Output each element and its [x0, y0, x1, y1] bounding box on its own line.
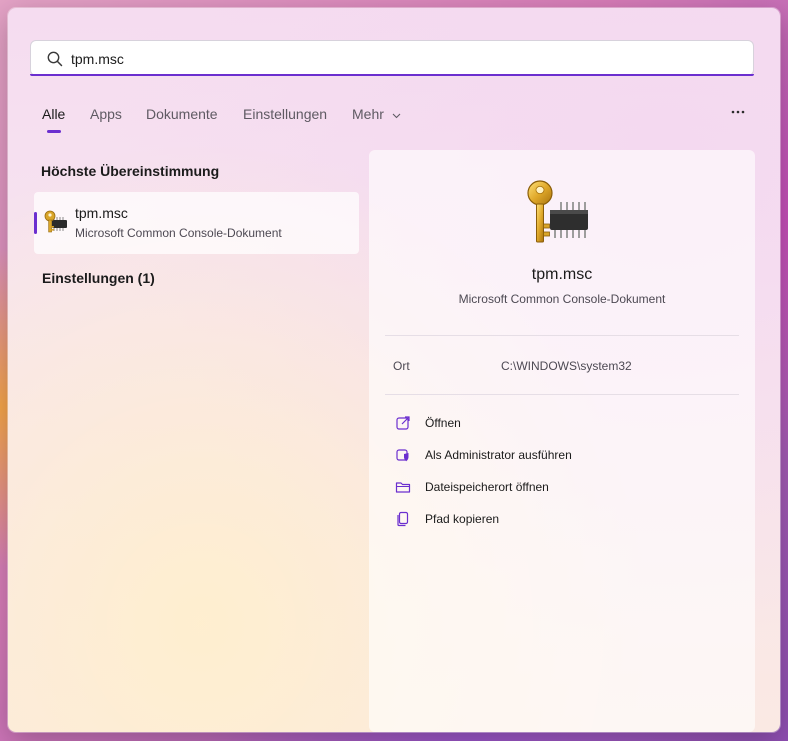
- run-as-admin-action[interactable]: Als Administrator ausführen: [395, 446, 725, 466]
- divider: [385, 394, 739, 395]
- open-file-location-action[interactable]: Dateispeicherort öffnen: [395, 478, 725, 498]
- selection-indicator: [34, 212, 37, 234]
- tab-all[interactable]: Alle: [42, 106, 65, 122]
- tab-more[interactable]: Mehr: [352, 106, 401, 122]
- tab-documents-label: Dokumente: [146, 106, 218, 122]
- open-external-icon: [396, 416, 410, 430]
- open-action[interactable]: Öffnen: [395, 414, 725, 434]
- tab-all-label: Alle: [42, 106, 66, 122]
- search-input[interactable]: [71, 47, 721, 71]
- tab-apps-label: Apps: [90, 106, 122, 122]
- divider: [385, 335, 739, 336]
- copy-path-action[interactable]: Pfad kopieren: [395, 510, 725, 530]
- tab-documents[interactable]: Dokumente: [146, 106, 218, 122]
- folder-icon: [395, 482, 411, 493]
- tab-apps[interactable]: Apps: [90, 106, 122, 122]
- result-subtitle: Microsoft Common Console-Dokument: [75, 226, 282, 240]
- copy-path-label: Pfad kopieren: [425, 512, 500, 526]
- shield-admin-icon: [396, 449, 409, 462]
- tab-settings[interactable]: Einstellungen: [243, 106, 327, 122]
- open-file-location-label: Dateispeicherort öffnen: [425, 480, 549, 494]
- tab-more-label: Mehr: [352, 106, 384, 122]
- chevron-down-icon: [392, 113, 401, 119]
- result-title: tpm.msc: [75, 205, 128, 221]
- best-match-heading: Höchste Übereinstimmung: [41, 163, 220, 179]
- search-box[interactable]: [30, 40, 754, 76]
- location-label: Ort: [393, 359, 410, 373]
- tab-settings-label: Einstellungen: [243, 106, 328, 122]
- tpm-key-chip-icon: [44, 210, 67, 233]
- settings-section-heading[interactable]: Einstellungen (1): [42, 270, 155, 286]
- detail-subtitle: Microsoft Common Console-Dokument: [458, 292, 666, 306]
- detail-title: tpm.msc: [531, 266, 593, 283]
- more-options-icon[interactable]: [730, 104, 746, 120]
- search-icon: [47, 51, 63, 67]
- run-as-admin-label: Als Administrator ausführen: [425, 448, 572, 462]
- location-value: C:\WINDOWS\system32: [501, 359, 632, 373]
- start-search-panel: Alle Apps Dokumente Einstellungen Mehr H…: [8, 8, 780, 732]
- detail-pane: tpm.msc Microsoft Common Console-Dokumen…: [369, 150, 755, 732]
- best-match-result[interactable]: tpm.msc Microsoft Common Console-Dokumen…: [34, 192, 359, 254]
- tpm-key-chip-icon: [527, 180, 588, 243]
- active-tab-indicator: [47, 130, 61, 133]
- open-action-label: Öffnen: [425, 416, 461, 430]
- copy-icon: [397, 511, 409, 527]
